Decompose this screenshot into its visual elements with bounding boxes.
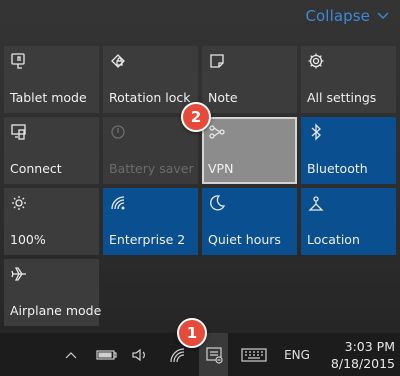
tile-label: VPN xyxy=(208,161,234,176)
volume-tray-button[interactable] xyxy=(128,333,152,376)
battery-saver-icon xyxy=(109,123,127,141)
vpn-icon xyxy=(208,123,226,141)
speaker-icon xyxy=(132,348,145,361)
tile-battery-saver[interactable]: Battery saver xyxy=(103,117,198,184)
collapse-link[interactable]: Collapse xyxy=(305,7,390,25)
location-icon xyxy=(307,194,325,212)
tile-enterprise-2[interactable]: Enterprise 2 xyxy=(103,188,198,255)
battery-tray-button[interactable] xyxy=(94,333,120,376)
action-center-icon xyxy=(205,346,223,364)
tile-label: Connect xyxy=(10,161,62,176)
show-hidden-icons-button[interactable] xyxy=(60,333,82,376)
tile-all-settings[interactable]: All settings xyxy=(301,46,396,113)
moon-icon xyxy=(208,194,226,212)
tile-bluetooth[interactable]: Bluetooth xyxy=(301,117,396,184)
tile-note[interactable]: Note xyxy=(202,46,297,113)
tile-brightness[interactable]: 100% xyxy=(4,188,99,255)
clock-time: 3:03 PM xyxy=(344,338,395,354)
tile-quiet-hours[interactable]: Quiet hours xyxy=(202,188,297,255)
tile-label: 100% xyxy=(10,232,46,247)
tile-label: Bluetooth xyxy=(307,161,368,176)
tile-label: Airplane mode xyxy=(10,303,102,318)
tile-rotation-lock[interactable]: Rotation lock xyxy=(103,46,198,113)
connect-icon xyxy=(10,123,28,141)
callout-badge-1: 1 xyxy=(177,318,207,348)
tile-label: Quiet hours xyxy=(208,232,281,247)
clock-date: 8/18/2015 xyxy=(330,355,395,371)
tile-location[interactable]: Location xyxy=(301,188,396,255)
tile-vpn[interactable]: VPN xyxy=(202,117,297,184)
tile-label: Rotation lock xyxy=(109,90,191,105)
action-center-panel: Collapse Tablet mode Rotation lock Note … xyxy=(0,0,400,333)
callout-number: 1 xyxy=(186,324,198,342)
clock-button[interactable]: 3:03 PM 8/18/2015 xyxy=(320,333,395,376)
keyboard-icon xyxy=(241,347,267,362)
battery-icon xyxy=(96,349,117,360)
tablet-mode-icon xyxy=(10,52,28,70)
tile-label: Location xyxy=(307,232,360,247)
callout-number: 2 xyxy=(190,108,202,126)
note-icon xyxy=(208,52,226,70)
tile-tablet-mode[interactable]: Tablet mode xyxy=(4,46,99,113)
brightness-icon xyxy=(10,194,28,212)
touch-keyboard-button[interactable] xyxy=(238,333,270,376)
input-language-button[interactable]: ENG xyxy=(280,333,314,376)
tile-airplane-mode[interactable]: Airplane mode xyxy=(4,259,102,326)
tile-label: Enterprise 2 xyxy=(109,232,186,247)
wifi-icon xyxy=(170,347,185,362)
tile-label: All settings xyxy=(307,90,377,105)
chevron-up-icon xyxy=(65,351,77,358)
airplane-icon xyxy=(10,265,28,283)
settings-gear-icon xyxy=(307,52,325,70)
wifi-icon xyxy=(109,194,127,212)
language-label: ENG xyxy=(284,347,310,362)
tile-label: Note xyxy=(208,90,238,105)
tile-label: Tablet mode xyxy=(10,90,87,105)
chevron-down-icon xyxy=(377,12,389,19)
rotation-lock-icon xyxy=(109,52,127,70)
tile-label: Battery saver xyxy=(109,161,194,176)
collapse-label: Collapse xyxy=(305,7,370,25)
callout-badge-2: 2 xyxy=(181,102,211,132)
bluetooth-icon xyxy=(307,123,325,141)
tile-connect[interactable]: Connect xyxy=(4,117,99,184)
